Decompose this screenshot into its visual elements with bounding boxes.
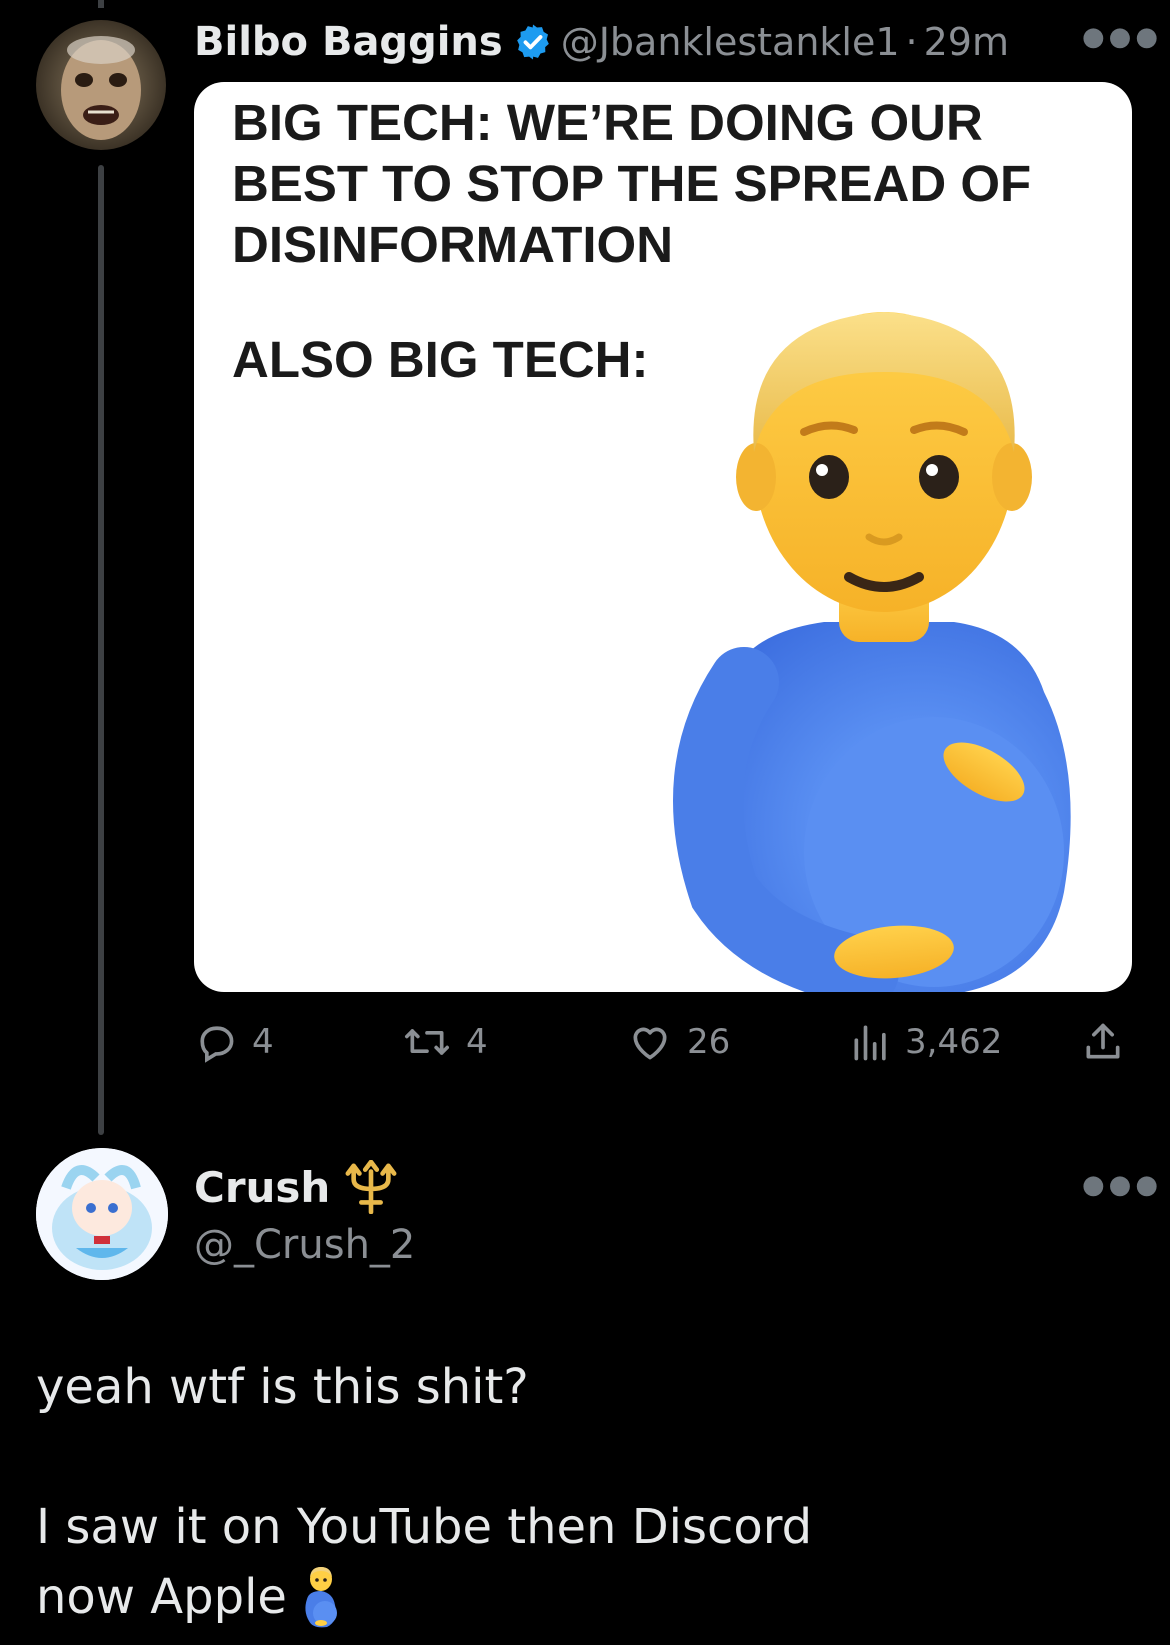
reply-author-row: Crush: [194, 1160, 415, 1214]
reply-icon: [200, 1026, 234, 1063]
separator-dot: ·: [905, 20, 918, 64]
reply-header: Crush @_Crush_2: [194, 1160, 415, 1268]
retweet-button[interactable]: 4: [402, 1020, 488, 1064]
views-count: 3,462: [905, 1022, 1003, 1062]
share-button[interactable]: [1081, 1020, 1139, 1064]
like-count: 26: [687, 1022, 731, 1062]
retweet-count: 4: [466, 1022, 488, 1062]
meme-top-text: BIG TECH: WE’RE DOING OUR BEST TO STOP T…: [232, 94, 1032, 273]
verified-badge-icon: [513, 22, 553, 62]
retweet-icon: [405, 1029, 449, 1055]
author-display-name[interactable]: Bilbo Baggins: [194, 19, 503, 65]
reply-text: yeah wtf is this shit? I saw it on YouTu…: [36, 1352, 1136, 1632]
heart-icon: [633, 1027, 667, 1060]
reply-count: 4: [252, 1022, 274, 1062]
reply-button[interactable]: 4: [194, 1020, 274, 1064]
views-chart-icon: [854, 1025, 886, 1061]
reply-text-line: now Apple: [36, 1569, 287, 1625]
bilbo-avatar[interactable]: [36, 20, 166, 150]
author-handle[interactable]: @Jbanklestankle1: [561, 20, 900, 64]
views-button[interactable]: 3,462: [851, 1020, 1002, 1064]
timestamp[interactable]: 29m: [924, 20, 1009, 64]
thread-line: [98, 165, 104, 1135]
more-options-icon[interactable]: ●●●: [1082, 22, 1162, 52]
pregnant-man-emoji-icon: [305, 1567, 337, 1628]
crush-avatar[interactable]: [36, 1148, 168, 1280]
reply-text-line-last: now Apple: [36, 1562, 1136, 1632]
reply-text-line: yeah wtf is this shit?: [36, 1359, 529, 1415]
reply-text-line: I saw it on YouTube then Discord: [36, 1499, 813, 1555]
tweet-header: Bilbo Baggins @Jbanklestankle1 · 29m: [194, 14, 1009, 70]
trident-icon: [345, 1160, 397, 1214]
reply-author-handle[interactable]: @_Crush_2: [194, 1222, 415, 1268]
meme-bottom-text: ALSO BIG TECH:: [232, 331, 649, 388]
thread-line-top: [98, 0, 104, 8]
like-button[interactable]: 26: [627, 1020, 730, 1064]
reply-author-name[interactable]: Crush: [194, 1163, 330, 1212]
tweet-media-image[interactable]: BIG TECH: WE’RE DOING OUR BEST TO STOP T…: [194, 82, 1132, 992]
pregnant-man-emoji-icon: [664, 252, 1084, 992]
reply-more-options-icon[interactable]: ●●●: [1082, 1170, 1162, 1200]
share-icon: [1086, 1023, 1120, 1059]
tweet-action-bar: 4 4 26 3,462: [194, 1020, 1132, 1070]
